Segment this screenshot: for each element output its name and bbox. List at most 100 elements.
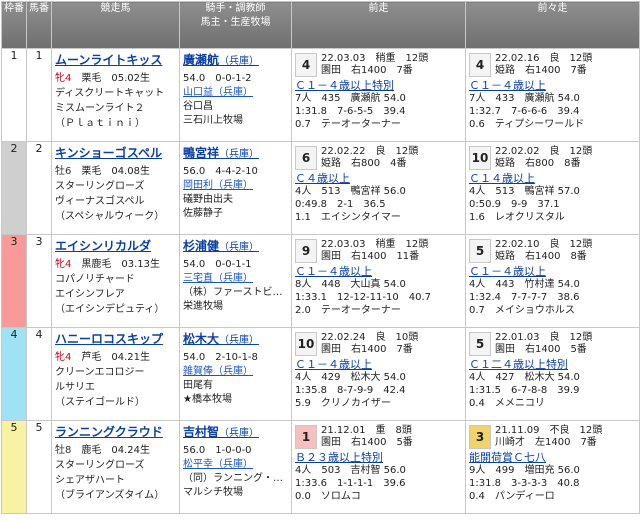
race-margin-winner: 5.9 クリノカイザー: [295, 398, 391, 409]
race-date-cond: 22.03.03 稍重 12頭: [321, 239, 429, 250]
jockey-name: 松木大: [183, 332, 220, 346]
race-card-table: 枠番 馬番 競走馬 騎手・調教師 馬主・生産牧場 前走 前々走 1 1 ムーンラ…: [1, 1, 640, 514]
jockey-cell: 杉浦健（兵庫） 54.0 0-0-1-1 三宅直（兵庫） （株）ファーストビ… …: [179, 234, 292, 328]
jockey-name-link[interactable]: 廣瀬航（兵庫）: [183, 53, 288, 69]
jockey-cell: 鴨宮祥（兵庫） 56.0 4-4-2-10 岡田利（兵庫） 礒野由出夫 佐藤静子: [179, 141, 292, 235]
horse-damsire: （ブライアンズタイム）: [55, 490, 165, 501]
prev1-cell: 6 22.02.22 良 12頭 姫路 右800 4番 Ｃ４歳以上 4人 513…: [291, 141, 466, 235]
horse-birth: 05.02生: [111, 73, 151, 84]
race-course: 姫路 右1400 7番: [495, 65, 587, 76]
prev1-cell: 4 22.03.03 稍重 12頭 園田 右1400 7番 Ｃ１－４歳以上特別 …: [291, 48, 466, 142]
finish-rank: 9: [295, 239, 317, 263]
horse-number: 4: [26, 327, 52, 421]
horse-cell: ランニングクラウド 牡8 鹿毛 04.24生 スターリングローズ シェアザハート （…: [51, 420, 180, 514]
horse-birth: 04.24生: [111, 445, 151, 456]
finish-rank: 1: [295, 425, 317, 449]
race-course: 園田 右1400 7番: [321, 344, 413, 355]
trainer-link[interactable]: 山口益（兵庫）: [183, 87, 253, 98]
horse-damsire: （Ｐｌａｔｉｎｉ）: [55, 118, 145, 129]
header-jockey-line2: 馬主・生産牧場: [200, 17, 271, 28]
horse-name-link[interactable]: キンショーゴスペル: [55, 146, 176, 161]
horse-coat: 栗毛: [81, 73, 102, 84]
race-title-link[interactable]: Ｃ１４歳以上: [469, 172, 636, 185]
horse-cell: ムーンライトキッス 牝4 栗毛 05.02生 ディスクリートキャット ミスムーンライ…: [51, 48, 180, 142]
horse-cell: ハニーロコスキップ 牝4 芦毛 04.21生 クリーンエコロジー ルサリエ （ステイ…: [51, 327, 180, 421]
owner-name: （株）ファーストビ…: [183, 287, 283, 298]
race-title-link[interactable]: Ｃ１－４歳以上: [295, 358, 462, 371]
jockey-location: （兵庫）: [219, 335, 260, 346]
horse-birth: 03.13生: [121, 259, 161, 270]
finish-rank: 10: [469, 146, 491, 170]
race-date-cond: 21.12.01 重 8頭: [321, 425, 412, 436]
race-title-link[interactable]: 能開荷賞Ｃ七八: [469, 451, 636, 464]
race-margin-winner: 2.0 テーオーターナー: [295, 305, 401, 316]
race-date-cond: 22.01.03 良 12頭: [495, 332, 593, 343]
jockey-name: 鴨宮祥: [183, 146, 220, 160]
race-title-link[interactable]: Ｃ４歳以上: [295, 172, 462, 185]
jockey-name-link[interactable]: 松木大（兵庫）: [183, 332, 288, 348]
prev2-cell: 4 22.02.16 良 12頭 姫路 右1400 7番 Ｃ１－４歳以上 7人 …: [465, 48, 640, 142]
header-jockey-line1: 騎手・調教師: [205, 3, 266, 14]
finish-rank: 5: [469, 239, 491, 263]
horse-name-link[interactable]: ランニングクラウド: [55, 425, 176, 440]
race-course: 川崎才 左1400 7番: [495, 437, 597, 448]
horse-cell: キンショーゴスペル 牡6 栗毛 04.08生 スターリングローズ ヴィーナスゴスペル…: [51, 141, 180, 235]
horse-number: 5: [26, 420, 52, 514]
horse-number: 1: [26, 48, 52, 142]
horse-dam: エイシンフレア: [55, 289, 125, 300]
horse-row: 3 3 エイシンリカルダ 牝4 黒鹿毛 03.13生 コパノリチャード エイシンフレ…: [1, 234, 640, 328]
race-pop-weight: 4人 427 松木大 54.0: [469, 372, 580, 383]
race-time-pass: 1:32.4 7-7-7-7 38.6: [469, 292, 580, 303]
horse-sex-age: 牝4: [55, 352, 72, 363]
jockey-cell: 吉村智（兵庫） 56.0 1-0-0-0 松平幸（兵庫） （同）ランニング・… …: [179, 420, 292, 514]
jockey-weight-record: 56.0 1-0-0-0: [183, 445, 252, 456]
race-title-link[interactable]: Ｂ２３歳以上特別: [295, 451, 462, 464]
race-title-link[interactable]: Ｃ１－４歳以上特別: [295, 79, 462, 92]
race-margin-winner: 0.7 メイショウホルス: [469, 305, 575, 316]
horse-name-link[interactable]: エイシンリカルダ: [55, 239, 176, 254]
horse-cell: エイシンリカルダ 牝4 黒鹿毛 03.13生 コパノリチャード エイシンフレア （エ…: [51, 234, 180, 328]
jockey-name-link[interactable]: 鴨宮祥（兵庫）: [183, 146, 288, 162]
race-course: 園田 右1400 11番: [321, 251, 420, 262]
jockey-location: （兵庫）: [219, 149, 260, 160]
trainer-link[interactable]: 松平幸（兵庫）: [183, 459, 253, 470]
finish-rank: 6: [295, 146, 317, 170]
race-pop-weight: 9人 499 増田充 56.0: [469, 465, 580, 476]
horse-coat: 鹿毛: [81, 445, 102, 456]
race-title-link[interactable]: Ｃ１二４歳以上特別: [469, 358, 636, 371]
trainer-link[interactable]: 三宅直（兵庫）: [183, 273, 253, 284]
horse-number: 3: [26, 234, 52, 328]
race-title-link[interactable]: Ｃ１－４歳以上: [295, 265, 462, 278]
race-margin-winner: 0.0 ソロムコ: [295, 491, 361, 502]
breeder-name: 佐藤静子: [183, 208, 223, 219]
race-course: 姫路 右800 4番: [321, 158, 407, 169]
race-margin-winner: 0.6 ティプシーワールド: [469, 119, 585, 130]
breeder-name: ★橋本牧場: [183, 394, 232, 405]
header-umaban: 馬番: [26, 1, 52, 49]
race-course: 姫路 右800 8番: [495, 158, 581, 169]
horse-dam: ヴィーナスゴスペル: [55, 196, 145, 207]
race-course: 園田 右1400 5番: [495, 344, 587, 355]
horse-number: 2: [26, 141, 52, 235]
jockey-name-link[interactable]: 杉浦健（兵庫）: [183, 239, 288, 255]
race-time-pass: 1:32.7 7-6-6-6 39.4: [469, 106, 580, 117]
prev2-cell: 10 22.02.02 良 12頭 姫路 右800 8番 Ｃ１４歳以上 4人 5…: [465, 141, 640, 235]
horse-sire: クリーンエコロジー: [55, 367, 145, 378]
race-time-pass: 0:50.9 9-9 37.1: [469, 199, 560, 210]
trainer-link[interactable]: 雑賀俸（兵庫）: [183, 366, 253, 377]
trainer-link[interactable]: 岡田利（兵庫）: [183, 180, 253, 191]
horse-name-link[interactable]: ムーンライトキッス: [55, 53, 176, 68]
race-course: 姫路 右1400 8番: [495, 251, 587, 262]
header-waku: 枠番: [1, 1, 27, 49]
jockey-name-link[interactable]: 吉村智（兵庫）: [183, 425, 288, 441]
horse-name-link[interactable]: ハニーロコスキップ: [55, 332, 176, 347]
race-pop-weight: 7人 435 廣瀬航 54.0: [295, 93, 406, 104]
race-title-link[interactable]: Ｃ１－４歳以上: [469, 79, 636, 92]
owner-name: 礒野由出夫: [183, 194, 233, 205]
race-course: 園田 右1400 7番: [321, 65, 413, 76]
race-time-pass: 1:33.6 1-1-1-1 39.6: [295, 478, 406, 489]
horse-row: 5 5 ランニングクラウド 牡8 鹿毛 04.24生 スターリングローズ シェアザハ…: [1, 420, 640, 514]
race-title-link[interactable]: Ｃ１－４歳以上: [469, 265, 636, 278]
horse-sire: コパノリチャード: [55, 274, 135, 285]
breeder-name: 三石川上牧場: [183, 115, 243, 126]
